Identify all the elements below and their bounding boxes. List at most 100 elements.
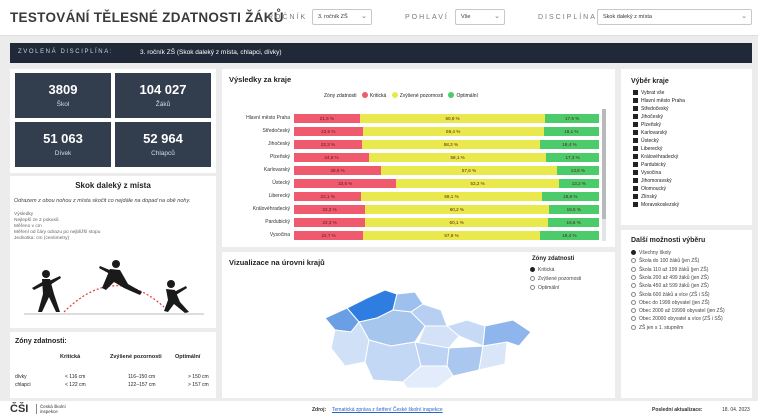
filter-label-pohlavi: POHLAVÍ [405, 14, 449, 21]
radio-icon [631, 250, 636, 255]
region-checkbox[interactable]: Plzeňský [633, 122, 661, 128]
region-checkbox[interactable]: Vybrat vše [633, 90, 664, 96]
filter-select-pohlavi[interactable]: Vše ⌄ [455, 9, 505, 25]
radio-icon [631, 324, 636, 330]
bar-row-label: Plzeňský [269, 154, 290, 160]
checkbox-icon [633, 98, 638, 103]
band-label: ZVOLENÁ DISCIPLÍNA: [18, 49, 114, 55]
option-label: Obec 2000 až 19999 obyvatel (jen ZŠ) [639, 308, 725, 315]
filter-option[interactable]: Škola do 100 žáků (jen ZŠ) [631, 258, 699, 264]
map-option-critical[interactable]: Kritická [530, 267, 554, 273]
update-label: Poslední aktualizace: [652, 407, 703, 413]
bar-segment[interactable]: 59,4 % [362, 127, 544, 136]
region-checkbox[interactable]: Jihomoravský [633, 178, 672, 184]
bar-segment[interactable]: 23,3 % [294, 205, 366, 214]
scrollbar-track[interactable] [602, 109, 606, 241]
bar-segment[interactable]: 58,1 % [369, 153, 547, 162]
region-checkbox[interactable]: Hlavní město Praha [633, 98, 685, 104]
radio-icon [530, 285, 535, 290]
map-option-optimal[interactable]: Optimální [530, 285, 559, 291]
bar-segment[interactable]: 22,5 % [294, 127, 363, 136]
filter-option[interactable]: Obec do 1999 obyvatel (jen ZŠ) [631, 299, 710, 306]
radio-icon [530, 267, 535, 272]
region-label: Olomoucký [641, 186, 667, 192]
discipline-details: Výsledky Nejlepší ze 2 pokusů Měřeno v c… [14, 212, 100, 242]
bar-segment[interactable]: 19,4 % [539, 231, 599, 240]
kpi-pupils: 104 027 Žáků [115, 73, 211, 118]
filter-option[interactable]: Obec 20000 obyvatel a více (ZŠ i SŠ) [631, 316, 723, 322]
bar-segment[interactable]: 33,6 % [294, 179, 397, 188]
region-checkbox[interactable]: Zlínský [633, 194, 657, 200]
region-checkbox[interactable]: Ústecký [633, 138, 659, 144]
bar-segment[interactable]: 60,1 % [365, 218, 549, 227]
filter-option[interactable]: Všechny školy [631, 250, 671, 256]
region-label: Středočeský [641, 106, 669, 112]
bar-segment[interactable]: 17,3 % [546, 153, 599, 162]
option-label: Škola 200 až 499 žáků (jen ZŠ) [639, 274, 709, 281]
bar-segment[interactable]: 17,6 % [545, 114, 599, 123]
bar-segment[interactable]: 23,3 % [294, 218, 366, 227]
filter-option[interactable]: ZŠ jen s 1. stupněm [631, 324, 683, 331]
bar-segment[interactable]: 16,6 % [548, 218, 599, 227]
region-checkbox[interactable]: Karlovarský [633, 130, 667, 136]
region-checkbox[interactable]: Královéhradecký [633, 154, 678, 160]
bar-segment[interactable]: 24,6 % [294, 153, 370, 162]
checkbox-icon [633, 114, 638, 119]
chevron-down-icon: ⌄ [741, 13, 747, 20]
bar-segment[interactable]: 18,8 % [541, 192, 599, 201]
bar-segment[interactable]: 53,2 % [396, 179, 559, 188]
region-checkbox[interactable]: Vysočina [633, 170, 661, 176]
bar-segment[interactable]: 16,5 % [548, 205, 599, 214]
region-checkbox[interactable]: Olomoucký [633, 186, 666, 192]
zones-title: Zóny zdatnosti: [15, 338, 67, 345]
region-label: Královéhradecký [641, 154, 679, 160]
bar-segment[interactable]: 22,7 % [294, 231, 364, 240]
bar-segment[interactable]: 21,6 % [294, 114, 360, 123]
czech-regions-map[interactable] [307, 270, 537, 395]
more-options: Další možnosti výběru Všechny školy Škola… [621, 230, 752, 398]
filter-option[interactable]: Škola 600 žáků a více (ZŠ i SŠ) [631, 291, 710, 298]
region-selector-title: Výběr kraje [631, 78, 669, 85]
checkbox-icon [633, 138, 638, 143]
bar-segment[interactable]: 13,2 % [558, 179, 599, 188]
filter-option[interactable]: Škola 110 až 199 žáků (jen ZŠ) [631, 266, 708, 273]
region-label: Vysočina [641, 170, 662, 176]
radio-icon [631, 291, 636, 297]
filter-select-rocnik[interactable]: 3. ročník ZŠ ⌄ [312, 9, 372, 25]
bar-segment[interactable]: 18,1 % [543, 127, 599, 136]
bar-segment[interactable]: 57,9 % [363, 231, 540, 240]
radio-icon [631, 283, 636, 289]
bar-segment[interactable]: 60,8 % [359, 114, 546, 123]
region-label: Plzeňský [641, 122, 662, 128]
region-checkbox[interactable]: Moravskoslezský [633, 202, 679, 208]
bar-segment[interactable]: 19,4 % [539, 140, 599, 149]
region-checkbox[interactable]: Liberecký [633, 146, 662, 152]
filter-option[interactable]: Škola 200 až 499 žáků (jen ZŠ) [631, 274, 709, 281]
map-option-attention[interactable]: Zvýšené pozornosti [530, 276, 581, 282]
scrollbar-thumb[interactable] [602, 109, 606, 219]
region-checkbox[interactable]: Jihočeský [633, 114, 663, 120]
region-checkbox[interactable]: Pardubický [633, 162, 666, 168]
kpi-boys: 52 964 Chlapců [115, 122, 211, 167]
source-link[interactable]: Tematická zpráva z šetření České školní … [332, 407, 443, 413]
bar-segment[interactable]: 13,8 % [556, 166, 599, 175]
region-checkbox[interactable]: Středočeský [633, 106, 669, 112]
more-options-title: Další možnosti výběru [631, 237, 706, 244]
bar-segment[interactable]: 60,2 % [365, 205, 549, 214]
filter-select-disciplina[interactable]: Skok daleký z místa ⌄ [597, 9, 752, 25]
bar-segment[interactable]: 22,1 % [294, 192, 362, 201]
bar-segment[interactable]: 59,1 % [361, 192, 542, 201]
bar-segment[interactable]: 28,6 % [294, 166, 382, 175]
footer: ČŠI Česká školní inspekce Zdroj: Tematic… [0, 401, 758, 418]
bar-segment[interactable]: 57,6 % [381, 166, 557, 175]
option-label: Škola do 100 žáků (jen ZŠ) [639, 258, 700, 265]
bar-segment[interactable]: 58,3 % [362, 140, 540, 149]
discipline-description: Odrazem z obou nohou z místa skočit co n… [14, 198, 191, 204]
filter-option[interactable]: Škola 450 až 599 žáků (jen ZŠ) [631, 283, 709, 289]
bar-segment[interactable]: 22,3 % [294, 140, 362, 149]
kpi-value: 52 964 [143, 131, 183, 146]
checkbox-icon [633, 90, 638, 95]
filter-option[interactable]: Obec 2000 až 19999 obyvatel (jen ZŠ) [631, 308, 725, 314]
region-label: Vybrat vše [641, 90, 665, 96]
region-selector: Výběr kraje Vybrat vše Hlavní město Praha… [621, 69, 752, 225]
